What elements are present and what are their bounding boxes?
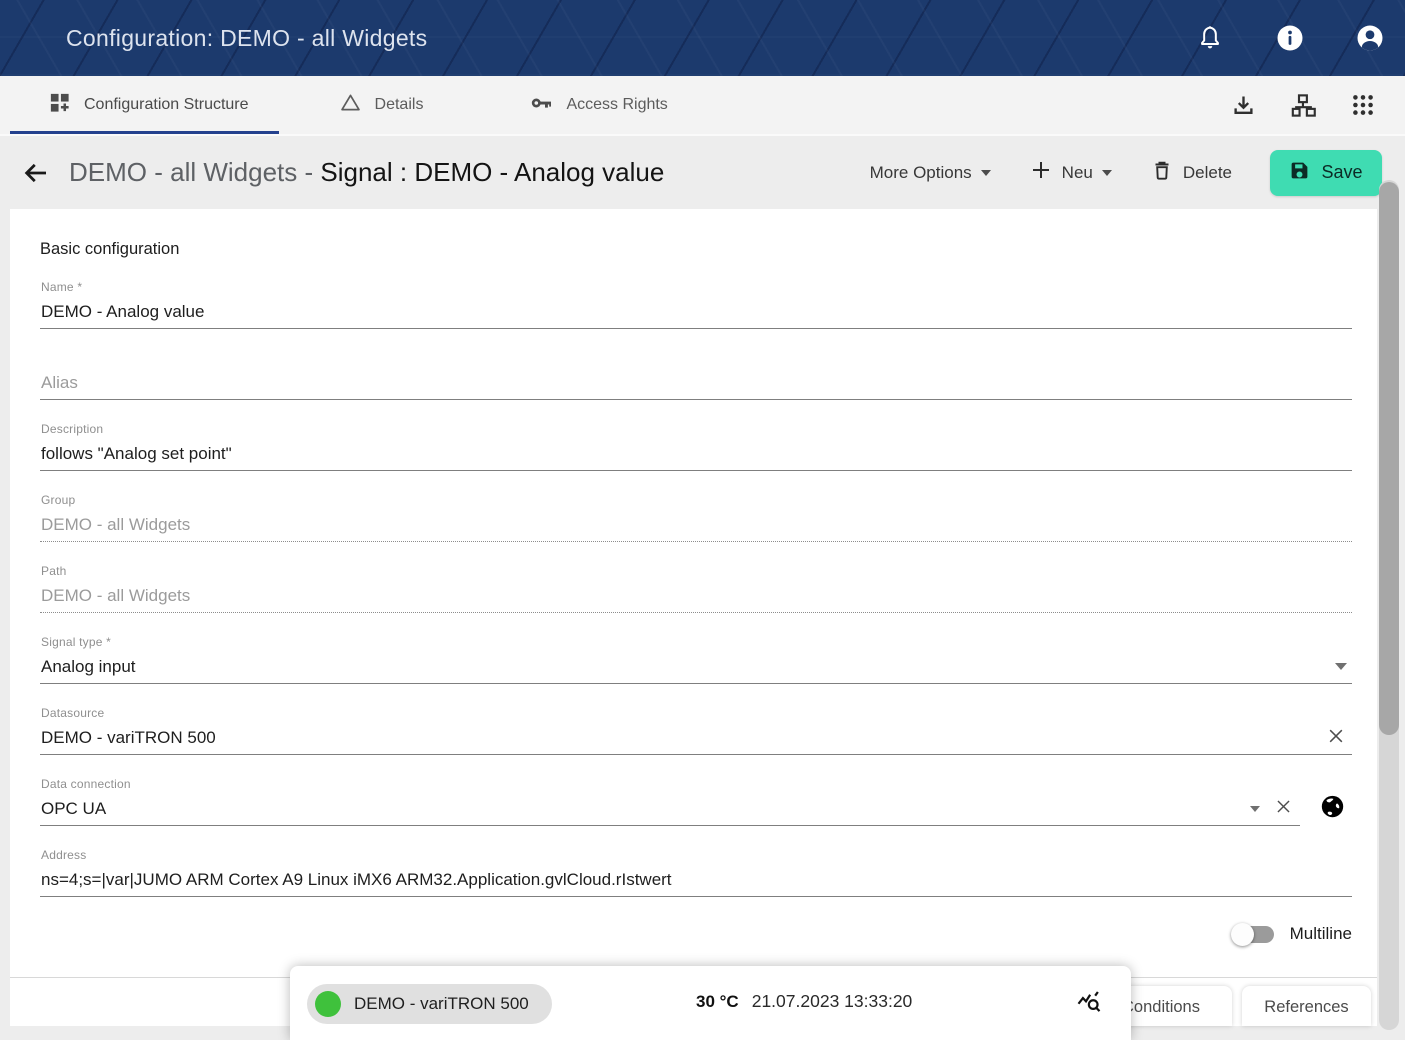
dropdown-arrow-icon[interactable] xyxy=(1250,806,1260,812)
tab-label: Details xyxy=(375,96,424,114)
name-field[interactable]: Name * DEMO - Analog value xyxy=(40,280,1352,329)
scrollbar-thumb[interactable] xyxy=(1379,182,1399,735)
save-floppy-icon xyxy=(1289,160,1310,186)
live-reading: 30 °C 21.07.2023 13:33:20 xyxy=(696,991,912,1012)
references-button[interactable]: References xyxy=(1242,986,1371,1026)
description-label: Description xyxy=(41,422,103,436)
signal-type-label: Signal type * xyxy=(41,635,111,649)
device-status-bar: DEMO - variTRON 500 30 °C 21.07.2023 13:… xyxy=(290,966,1131,1040)
device-name: DEMO - variTRON 500 xyxy=(354,994,529,1014)
save-label: Save xyxy=(1321,162,1362,183)
tab-label: Configuration Structure xyxy=(84,96,249,114)
delete-label: Delete xyxy=(1183,163,1232,183)
path-value: DEMO - all Widgets xyxy=(41,586,190,606)
multiline-label: Multiline xyxy=(1290,924,1352,944)
signal-type-select[interactable]: Signal type * Analog input xyxy=(40,635,1352,684)
address-field[interactable]: Address ns=4;s=|var|JUMO ARM Cortex A9 L… xyxy=(40,848,1352,897)
app-title: Configuration: DEMO - all Widgets xyxy=(66,25,427,52)
status-dot xyxy=(315,991,341,1017)
group-value: DEMO - all Widgets xyxy=(41,515,190,535)
notifications-bell-icon[interactable] xyxy=(1195,23,1225,53)
form-card: Basic configuration Name * DEMO - Analog… xyxy=(10,209,1377,1026)
address-value: ns=4;s=|var|JUMO ARM Cortex A9 Linux iMX… xyxy=(41,870,672,890)
app-topbar: Configuration: DEMO - all Widgets xyxy=(0,0,1405,76)
more-options-button[interactable]: More Options xyxy=(870,163,991,183)
group-label: Group xyxy=(41,493,75,507)
key-icon xyxy=(529,91,553,120)
toggle-knob xyxy=(1231,923,1254,946)
tab-access-rights[interactable]: Access Rights xyxy=(483,76,713,134)
account-icon[interactable] xyxy=(1355,23,1385,53)
clear-icon[interactable] xyxy=(1326,726,1346,746)
group-field: Group DEMO - all Widgets xyxy=(40,493,1352,542)
dashboard-customize-icon xyxy=(48,91,71,119)
scrollbar-track[interactable] xyxy=(1379,180,1399,1030)
signal-type-value: Analog input xyxy=(41,657,136,677)
data-connection-label: Data connection xyxy=(41,777,131,791)
tab-label: Access Rights xyxy=(566,96,667,114)
data-connection-value: OPC UA xyxy=(41,799,106,819)
data-connection-select[interactable]: Data connection OPC UA xyxy=(40,777,1300,826)
name-label: Name * xyxy=(41,280,82,294)
more-options-label: More Options xyxy=(870,163,972,183)
alias-field[interactable]: Alias xyxy=(40,351,1352,400)
temperature-value: 30 °C xyxy=(696,992,739,1012)
conditions-label: Conditions xyxy=(1122,998,1200,1017)
apps-grid-icon[interactable] xyxy=(1349,91,1377,119)
trash-icon xyxy=(1150,158,1174,187)
plus-icon xyxy=(1029,158,1053,187)
query-stats-icon[interactable] xyxy=(1075,988,1103,1016)
warning-triangle-icon xyxy=(339,91,362,119)
path-field: Path DEMO - all Widgets xyxy=(40,564,1352,613)
clear-icon[interactable] xyxy=(1274,797,1294,817)
device-chip[interactable]: DEMO - variTRON 500 xyxy=(307,984,552,1024)
references-label: References xyxy=(1264,998,1348,1017)
description-field[interactable]: Description follows "Analog set point" xyxy=(40,422,1352,471)
save-button[interactable]: Save xyxy=(1270,150,1382,196)
description-value: follows "Analog set point" xyxy=(41,444,232,464)
download-icon[interactable] xyxy=(1229,91,1257,119)
path-label: Path xyxy=(41,564,67,578)
breadcrumb-parent: DEMO - all Widgets - xyxy=(69,157,320,187)
breadcrumb-current: Signal : DEMO - Analog value xyxy=(320,157,664,187)
timestamp: 21.07.2023 13:33:20 xyxy=(752,991,913,1012)
section-title: Basic configuration xyxy=(40,240,1352,258)
dropdown-arrow-icon[interactable] xyxy=(1335,663,1347,670)
tab-bar: Configuration Structure Details Access xyxy=(0,76,1405,136)
tab-details[interactable]: Details xyxy=(293,76,470,134)
caret-down-icon xyxy=(1102,170,1112,176)
datasource-value: DEMO - variTRON 500 xyxy=(41,728,216,748)
tab-configuration-structure[interactable]: Configuration Structure xyxy=(10,76,279,134)
info-icon[interactable] xyxy=(1275,23,1305,53)
address-label: Address xyxy=(41,848,86,862)
breadcrumb: DEMO - all Widgets - Signal : DEMO - Ana… xyxy=(69,157,664,188)
alias-placeholder: Alias xyxy=(41,373,78,393)
name-value: DEMO - Analog value xyxy=(41,302,204,322)
neu-button[interactable]: Neu xyxy=(1029,158,1112,187)
globe-icon[interactable] xyxy=(1319,793,1346,820)
datasource-label: Datasource xyxy=(41,706,104,720)
datasource-field[interactable]: Datasource DEMO - variTRON 500 xyxy=(40,706,1352,755)
neu-label: Neu xyxy=(1062,163,1093,183)
delete-button[interactable]: Delete xyxy=(1150,158,1232,187)
account-tree-icon[interactable] xyxy=(1289,91,1317,119)
page-header: DEMO - all Widgets - Signal : DEMO - Ana… xyxy=(0,136,1405,209)
multiline-toggle[interactable] xyxy=(1234,926,1274,943)
caret-down-icon xyxy=(981,170,991,176)
back-arrow-icon[interactable] xyxy=(20,157,52,189)
